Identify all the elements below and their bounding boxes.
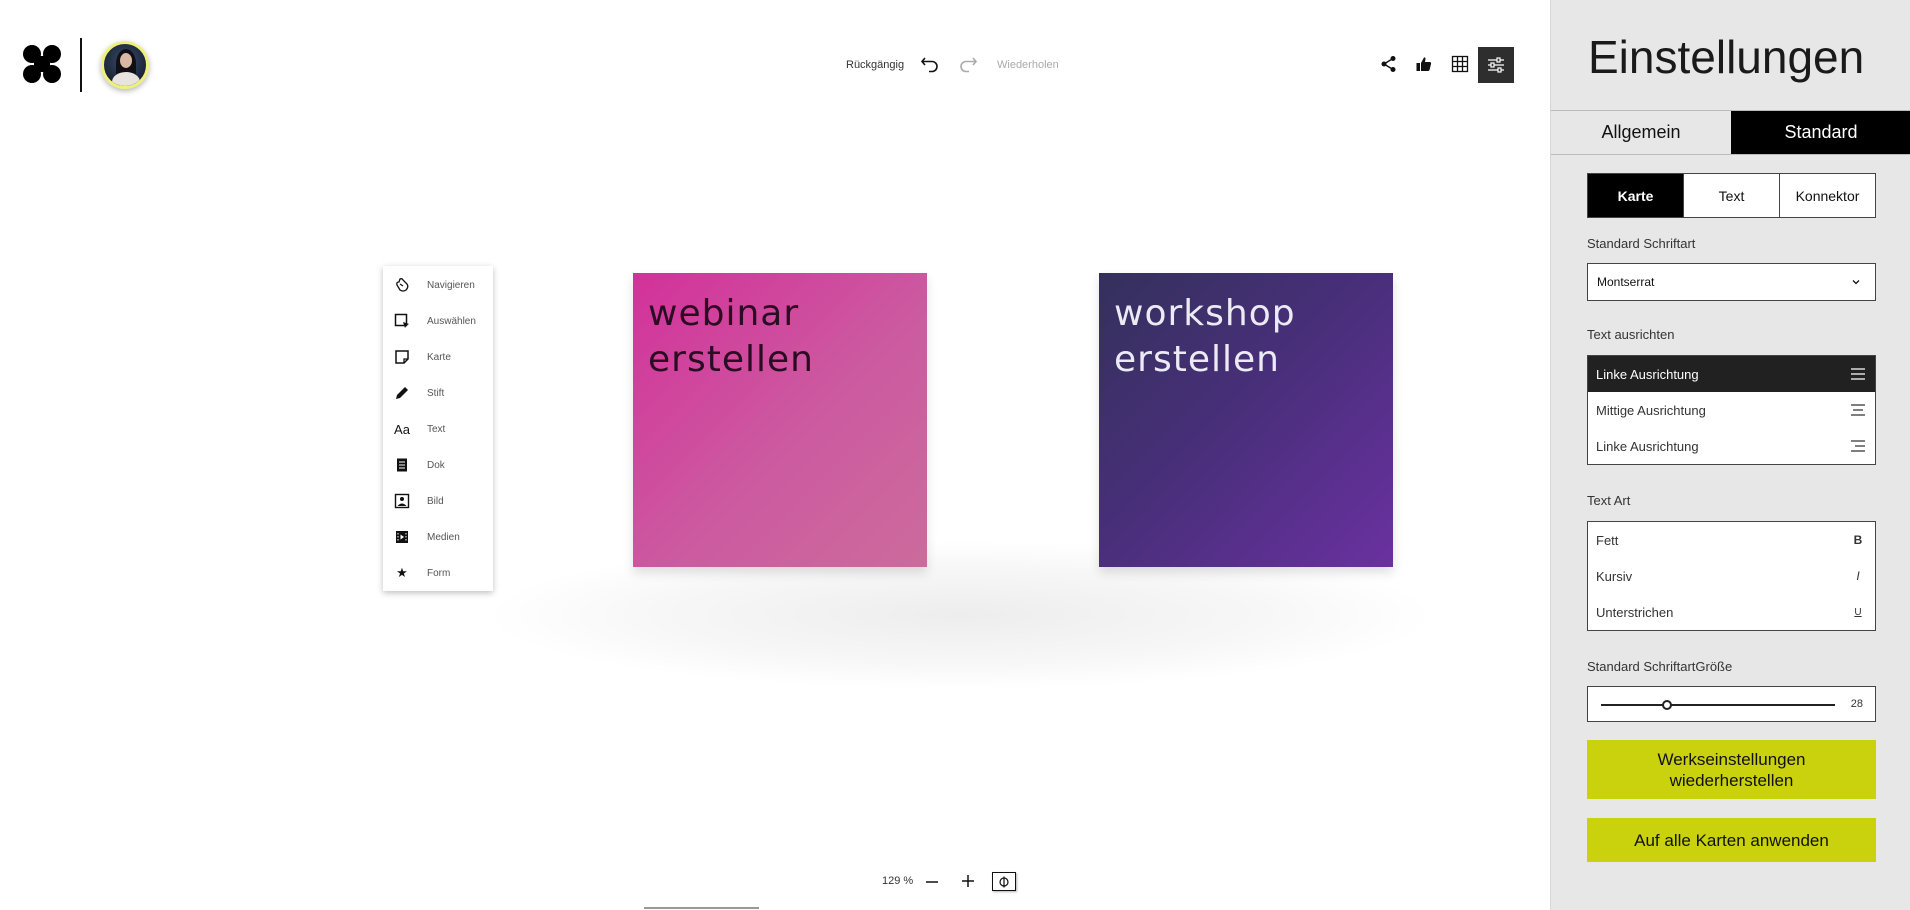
header-divider [80, 38, 82, 92]
redo-label[interactable]: Wiederholen [997, 59, 1059, 71]
settings-main-tabs: Allgemein Standard [1551, 110, 1910, 155]
settings-panel: Einstellungen Allgemein Standard Karte T… [1550, 0, 1910, 910]
user-avatar[interactable] [101, 41, 149, 89]
tool-label: Form [427, 567, 451, 579]
image-icon [392, 491, 412, 511]
card-icon [392, 347, 412, 367]
zoom-out-icon[interactable] [924, 874, 940, 890]
italic-icon: I [1856, 569, 1860, 583]
align-option-label: Linke Ausrichtung [1596, 438, 1699, 454]
whiteboard-app: Rückgängig Wiederholen Navigieren Auswäh… [0, 0, 1910, 910]
zoom-in-icon[interactable] [960, 873, 976, 889]
align-right-option[interactable]: Linke Ausrichtung [1588, 428, 1875, 464]
italic-option[interactable]: Kursiv I [1588, 558, 1875, 594]
sticky-note[interactable]: workshop erstellen [1099, 273, 1393, 567]
tool-select[interactable]: Auswählen [383, 306, 493, 336]
fit-icon [999, 876, 1009, 887]
tool-label: Auswählen [427, 315, 476, 327]
settings-title: Einstellungen [1588, 31, 1865, 83]
align-left-icon [1851, 368, 1865, 380]
tool-label: Medien [427, 531, 460, 543]
navigate-hand-icon [392, 275, 412, 295]
media-icon [392, 527, 412, 547]
app-logo-icon[interactable] [22, 44, 62, 84]
subtab-konnektor[interactable]: Konnektor [1780, 174, 1875, 217]
font-select[interactable]: Montserrat [1587, 263, 1876, 301]
pen-icon [392, 383, 412, 403]
text-style-options: Fett B Kursiv I Unterstrichen U [1587, 521, 1876, 631]
align-right-icon [1851, 440, 1865, 452]
settings-sub-tabs: Karte Text Konnektor [1587, 173, 1876, 218]
subtab-karte[interactable]: Karte [1588, 174, 1684, 217]
avatar-body [112, 72, 140, 86]
thumbs-up-icon[interactable] [1411, 51, 1437, 77]
tool-pen[interactable]: Stift [383, 378, 493, 408]
bold-icon: B [1853, 533, 1863, 547]
font-size-label: Standard SchriftartGröße [1587, 659, 1733, 674]
fit-to-screen-button[interactable] [992, 872, 1016, 891]
bottom-scrollbar[interactable] [644, 907, 759, 909]
bold-option[interactable]: Fett B [1588, 522, 1875, 558]
note-line: workshop [1114, 293, 1296, 334]
sticky-note[interactable]: webinar erstellen [633, 273, 927, 567]
tool-label: Karte [427, 351, 451, 363]
subtab-text[interactable]: Text [1684, 174, 1780, 217]
align-left-option[interactable]: Linke Ausrichtung [1588, 356, 1875, 392]
text-icon: Aa [394, 421, 410, 437]
apply-all-cards-button[interactable]: Auf alle Karten anwenden [1587, 818, 1876, 862]
document-icon [392, 455, 412, 475]
settings-sliders-icon[interactable] [1478, 47, 1514, 83]
slider-thumb[interactable] [1661, 700, 1672, 710]
align-center-option[interactable]: Mittige Ausrichtung [1588, 392, 1875, 428]
redo-icon[interactable] [957, 52, 979, 74]
tab-allgemein[interactable]: Allgemein [1551, 111, 1731, 154]
align-center-icon [1851, 404, 1865, 416]
note-line: erstellen [1114, 339, 1280, 380]
font-size-slider: 28 [1587, 686, 1876, 722]
note-text: workshop erstellen [1114, 291, 1296, 383]
font-label: Standard Schriftart [1587, 236, 1696, 251]
tool-media[interactable]: Medien [383, 522, 493, 552]
tool-shape[interactable]: ★ Form [383, 558, 493, 588]
tool-label: Text [427, 423, 446, 435]
select-icon [392, 311, 412, 331]
share-icon[interactable] [1376, 51, 1402, 77]
tool-image[interactable]: Bild [383, 486, 493, 516]
undo-label[interactable]: Rückgängig [846, 59, 904, 71]
note-line: webinar [648, 293, 800, 334]
reset-defaults-label: Werkseinstellungen wiederherstellen [1657, 749, 1806, 790]
tool-label: Stift [427, 387, 445, 399]
tool-card[interactable]: Karte [383, 342, 493, 372]
style-option-label: Fett [1596, 532, 1619, 548]
chevron-down-icon [1852, 280, 1860, 285]
tool-navigate[interactable]: Navigieren [383, 270, 493, 300]
tool-label: Bild [427, 495, 444, 507]
avatar-face [120, 53, 132, 68]
underline-option[interactable]: Unterstrichen U [1588, 594, 1875, 630]
note-text: webinar erstellen [648, 291, 814, 383]
font-size-value: 28 [1850, 698, 1863, 710]
grid-icon[interactable] [1447, 51, 1473, 77]
underline-icon: U [1854, 606, 1862, 618]
tool-palette: Navigieren Auswählen Karte Stift Aa Text [383, 266, 493, 591]
style-option-label: Unterstrichen [1596, 604, 1674, 620]
style-option-label: Kursiv [1596, 568, 1633, 584]
align-label: Text ausrichten [1587, 327, 1675, 342]
zoom-level: 129 % [882, 875, 914, 887]
tool-label: Navigieren [427, 279, 475, 291]
font-select-value: Montserrat [1597, 275, 1655, 289]
align-option-label: Mittige Ausrichtung [1596, 402, 1706, 418]
tool-label: Dok [427, 459, 445, 471]
tab-standard[interactable]: Standard [1731, 111, 1910, 154]
align-option-label: Linke Ausrichtung [1596, 366, 1699, 382]
tool-document[interactable]: Dok [383, 450, 493, 480]
tool-text[interactable]: Aa Text [383, 414, 493, 444]
text-style-label: Text Art [1587, 493, 1631, 508]
star-shape-icon: ★ [396, 565, 408, 580]
align-options: Linke Ausrichtung Mittige Ausrichtung Li… [1587, 355, 1876, 465]
note-line: erstellen [648, 339, 814, 380]
undo-icon[interactable] [919, 52, 941, 74]
slider-track[interactable] [1601, 704, 1835, 706]
reset-defaults-button[interactable]: Werkseinstellungen wiederherstellen [1587, 740, 1876, 799]
